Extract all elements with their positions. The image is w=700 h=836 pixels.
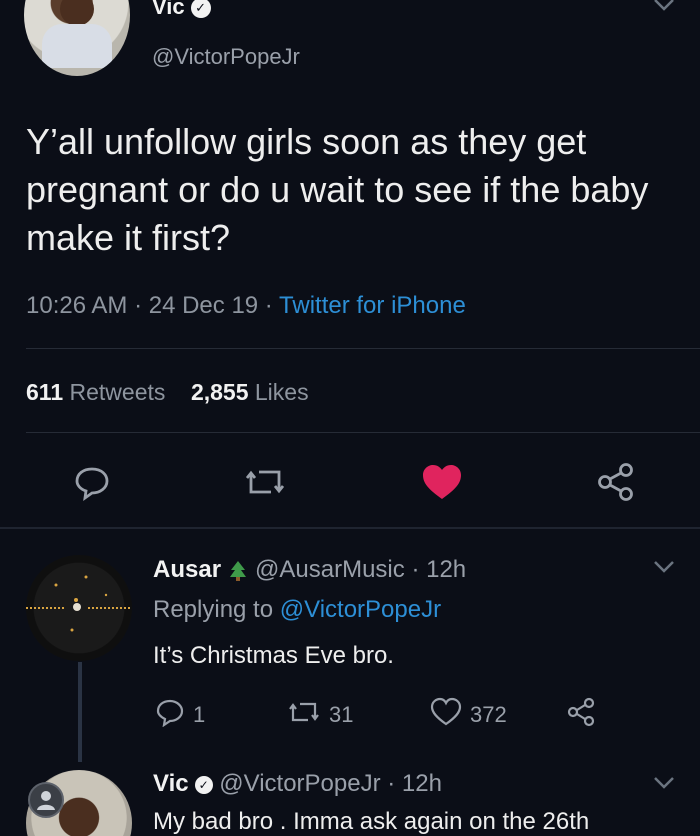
reply-retweet-button[interactable]: 31: [287, 697, 353, 733]
tree-icon: [227, 560, 249, 582]
reply-count: 1: [193, 702, 206, 727]
reply-share-button[interactable]: [566, 697, 598, 733]
chevron-down-icon[interactable]: [652, 772, 676, 798]
heart-outline-icon: [430, 697, 462, 733]
mention-link[interactable]: @VictorPopeJr: [280, 596, 441, 623]
replying-to: Replying to @VictorPopeJr: [153, 596, 442, 623]
author-handle[interactable]: @VictorPopeJr: [152, 44, 300, 70]
share-icon: [566, 697, 598, 733]
reply-icon: [155, 697, 185, 733]
tweet-text: Y’all unfollow girls soon as they get pr…: [26, 121, 649, 258]
like-count: 372: [470, 702, 507, 727]
divider: [0, 527, 700, 529]
reply-text: My bad bro . Imma ask again on the 26th: [153, 808, 590, 835]
heart-icon[interactable]: [420, 462, 464, 502]
retweet-icon[interactable]: [243, 462, 287, 502]
chevron-down-icon[interactable]: [652, 0, 676, 20]
tweet-stats: 611 Retweets 2,855 Likes: [26, 379, 309, 406]
avatar[interactable]: [26, 555, 132, 661]
reply-author[interactable]: Ausar @AusarMusic · 12h: [153, 556, 466, 584]
reply-like-button[interactable]: 372: [430, 697, 507, 733]
tweet-client[interactable]: Twitter for iPhone: [279, 292, 466, 319]
divider: [26, 348, 700, 349]
likes-stat[interactable]: 2,855 Likes: [191, 379, 309, 405]
share-icon[interactable]: [596, 462, 638, 502]
retweet-icon: [287, 697, 321, 733]
reply-author[interactable]: Vic ✓ @VictorPopeJr · 12h: [153, 770, 442, 798]
retweets-stat[interactable]: 611 Retweets: [26, 379, 165, 405]
divider: [26, 432, 700, 433]
chevron-down-icon[interactable]: [652, 556, 676, 582]
tweet-time[interactable]: 10:26 AM: [26, 292, 127, 319]
author-name[interactable]: Vic ✓: [152, 0, 211, 20]
thread-line: [78, 662, 82, 762]
tweet-meta: 10:26 AM · 24 Dec 19 · Twitter for iPhon…: [26, 292, 466, 319]
reply-icon[interactable]: [72, 462, 112, 502]
verified-icon: ✓: [194, 775, 213, 794]
avatar[interactable]: [24, 0, 130, 76]
retweet-count: 31: [329, 702, 354, 727]
reply-text: It’s Christmas Eve bro.: [153, 642, 394, 669]
verified-icon: ✓: [190, 0, 211, 19]
profile-icon: [28, 782, 64, 818]
tweet-date[interactable]: 24 Dec 19: [149, 292, 258, 319]
reply-reply-button[interactable]: 1: [155, 697, 205, 733]
